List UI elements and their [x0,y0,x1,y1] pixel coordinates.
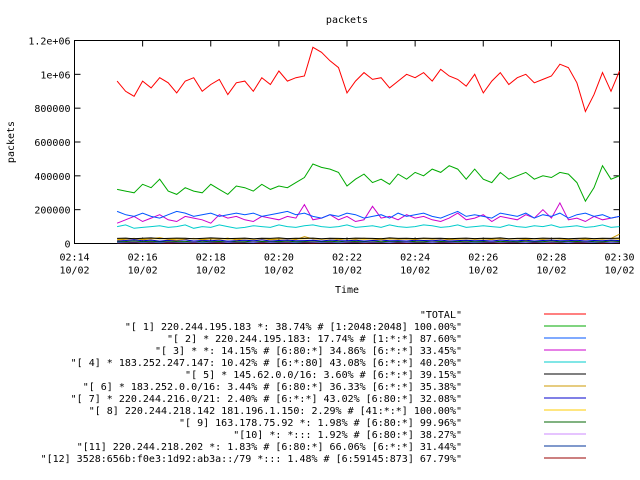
chart-title: packets [326,15,368,26]
legend-entry-label: "TOTAL" [420,310,462,321]
x-tick-label-date: 10/02 [536,266,566,277]
legend-entry-label: "[11] 220.244.218.202 *: 1.83% # [6:80:*… [77,442,462,453]
x-tick-label-time: 02:18 [196,253,226,264]
x-tick-label-date: 10/02 [604,266,634,277]
x-tick-label-time: 02:30 [604,253,634,264]
x-tick-label-time: 02:20 [264,253,294,264]
x-tick-label-time: 02:14 [59,253,89,264]
legend-entry-label: "[ 9] 163.178.75.92 *: 1.98% # [6:80:*] … [179,418,462,429]
legend-entry-label: "[ 4] * 183.252.247.147: 10.42% # [6:*:8… [71,358,462,369]
series-line [117,239,620,242]
y-tick-label: 1.2e+06 [28,37,70,48]
y-tick-label: 400000 [34,172,70,183]
y-axis-label: packets [6,121,17,163]
packets-chart: packets packets Time 0 200000 400000 600000… [6,15,635,465]
legend-entry-label: "[10] *: *::: 1.92% # [6:80:*] 38.27%" [233,430,462,441]
x-tick-label-date: 10/02 [332,266,362,277]
series-lines [116,46,620,244]
x-tick-label-time: 02:26 [468,253,498,264]
series-line [117,163,620,203]
x-axis-label: Time [335,285,359,296]
legend-entry-label: "[ 6] * 183.252.0.0/16: 3.44% # [6:80:*]… [83,382,462,393]
x-tick-label-time: 02:16 [128,253,158,264]
legend-entry-label: "[ 3] * *: 14.15% # [6:80:*] 34.86% [6:*… [155,346,462,357]
legend-entry-label: "[ 7] * 220.244.216.0/21: 2.40% # [6:*:*… [71,394,462,405]
legend: "TOTAL""[ 1] 220.244.195.183 *: 38.74% #… [41,310,586,465]
x-tick-label-time: 02:24 [400,253,430,264]
x-tick-label-date: 10/02 [196,266,226,277]
y-tick-label: 800000 [34,104,70,115]
x-tick-label-time: 02:28 [536,253,566,264]
y-tick-label: 0 [64,240,70,251]
legend-entry-label: "[ 5] * 145.62.0.0/16: 3.60% # [6:*:*] 3… [185,370,462,381]
x-tick-label-date: 10/02 [264,266,294,277]
series-line [116,201,620,224]
x-tick-label-time: 02:22 [332,253,362,264]
x-tick-label-date: 10/02 [468,266,498,277]
series-line [117,224,620,229]
legend-entry-label: "[ 8] 220.244.218.142 181.196.1.150: 2.2… [89,406,462,417]
legend-entry-label: "[ 1] 220.244.195.183 *: 38.74% # [1:204… [125,322,462,333]
y-tick-label: 1e+06 [40,70,70,81]
y-tick-label: 200000 [34,206,70,217]
x-tick-label-date: 10/02 [128,266,158,277]
x-tick-label-date: 10/02 [400,266,430,277]
y-tick-label: 600000 [34,138,70,149]
series-line [116,46,620,113]
legend-entry-label: "[12] 3528:656b:f0e3:1d92:ab3a::/79 *:::… [41,454,462,465]
x-tick-label-date: 10/02 [59,266,89,277]
legend-entry-label: "[ 2] * 220.244.195.183: 17.74% # [1:*:*… [167,334,462,345]
